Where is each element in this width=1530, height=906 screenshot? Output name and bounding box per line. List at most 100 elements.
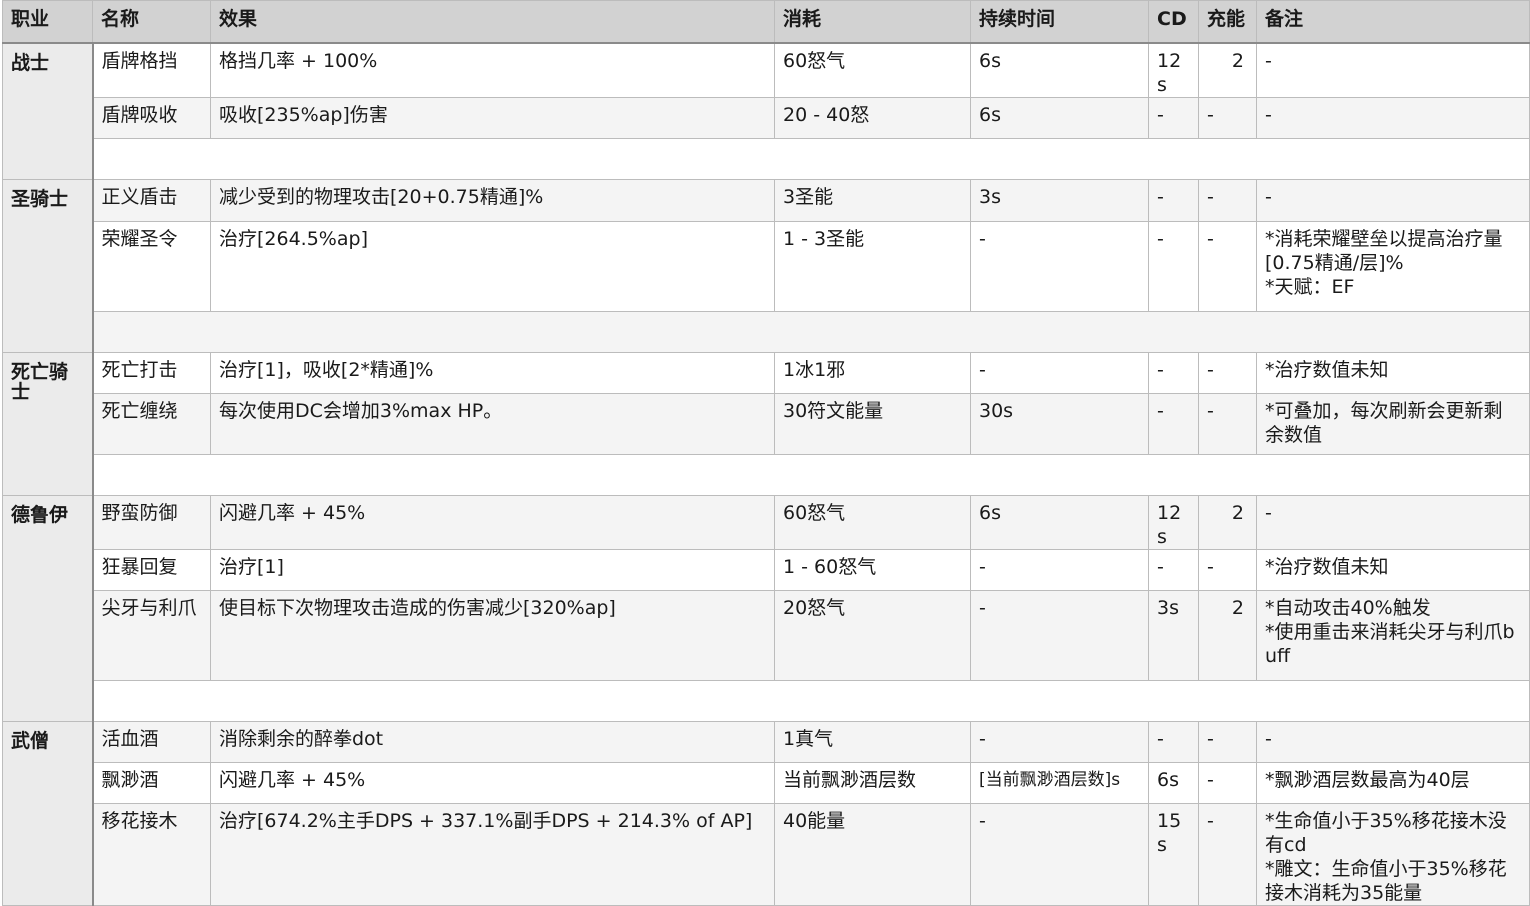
cell-effect[interactable]: 闪避几率 + 45% (210, 761, 775, 804)
header-cd[interactable]: CD (1148, 0, 1199, 44)
class-cell-dk[interactable]: 死亡骑士 (2, 351, 94, 496)
cell-cost[interactable]: 60怒气 (774, 42, 971, 98)
cell-cost[interactable]: 20 - 40怒 (774, 96, 971, 139)
cell-name[interactable]: 荣耀圣令 (92, 220, 211, 312)
cell-notes[interactable]: - (1256, 42, 1530, 98)
cell-notes[interactable]: - (1256, 720, 1530, 763)
spacer-cell[interactable] (92, 137, 1530, 180)
cell-charges[interactable]: - (1198, 761, 1257, 804)
cell-name[interactable]: 野蛮防御 (92, 494, 211, 550)
cell-cost[interactable]: 当前飘渺酒层数 (774, 761, 971, 804)
cell-notes[interactable]: - (1256, 178, 1530, 222)
cell-duration[interactable]: 30s (970, 392, 1149, 455)
cell-effect[interactable]: 治疗[674.2%主手DPS + 337.1%副手DPS + 214.3% of… (210, 802, 775, 906)
cell-notes[interactable]: *生命值小于35%移花接木没有cd *雕文：生命值小于35%移花接木消耗为35能… (1256, 802, 1530, 906)
cell-duration[interactable]: - (970, 720, 1149, 763)
cell-cd[interactable]: 6s (1148, 761, 1199, 804)
cell-cd[interactable]: - (1148, 351, 1199, 394)
cell-charges[interactable]: - (1198, 351, 1257, 394)
cell-name[interactable]: 正义盾击 (92, 178, 211, 222)
cell-cost[interactable]: 60怒气 (774, 494, 971, 550)
cell-cost[interactable]: 1 - 3圣能 (774, 220, 971, 312)
cell-cost[interactable]: 40能量 (774, 802, 971, 906)
cell-effect[interactable]: 格挡几率 + 100% (210, 42, 775, 98)
cell-cd[interactable]: - (1148, 720, 1199, 763)
cell-effect[interactable]: 闪避几率 + 45% (210, 494, 775, 550)
cell-duration[interactable]: - (970, 802, 1149, 906)
header-duration[interactable]: 持续时间 (970, 0, 1149, 44)
cell-name[interactable]: 盾牌吸收 (92, 96, 211, 139)
cell-name[interactable]: 盾牌格挡 (92, 42, 211, 98)
cell-cost[interactable]: 1冰1邪 (774, 351, 971, 394)
cell-notes[interactable]: *消耗荣耀壁垒以提高治疗量 [0.75精通/层]% *天赋：EF (1256, 220, 1530, 312)
cell-duration[interactable]: 6s (970, 494, 1149, 550)
cell-effect[interactable]: 治疗[1] (210, 548, 775, 591)
cell-effect[interactable]: 消除剩余的醉拳dot (210, 720, 775, 763)
cell-charges[interactable]: 2 (1198, 494, 1257, 550)
cell-name[interactable]: 移花接木 (92, 802, 211, 906)
cell-duration[interactable]: - (970, 351, 1149, 394)
cell-notes[interactable]: *自动攻击40%触发 *使用重击来消耗尖牙与利爪buff (1256, 589, 1530, 681)
cell-notes[interactable]: *治疗数值未知 (1256, 351, 1530, 394)
header-class[interactable]: 职业 (2, 0, 93, 44)
cell-cd[interactable]: - (1148, 392, 1199, 455)
cell-effect[interactable]: 治疗[264.5%ap] (210, 220, 775, 312)
spacer-cell[interactable] (92, 453, 1530, 496)
cell-name[interactable]: 活血酒 (92, 720, 211, 763)
cell-name[interactable]: 死亡缠绕 (92, 392, 211, 455)
cell-cd[interactable]: - (1148, 548, 1199, 591)
cell-cd[interactable]: 12s (1148, 494, 1199, 550)
cell-notes[interactable]: - (1256, 494, 1530, 550)
class-cell-monk[interactable]: 武僧 (2, 720, 94, 906)
cell-name[interactable]: 尖牙与利爪 (92, 589, 211, 681)
cell-cd[interactable]: - (1148, 96, 1199, 139)
cell-cd[interactable]: - (1148, 178, 1199, 222)
cell-notes[interactable]: - (1256, 96, 1530, 139)
spacer-cell[interactable] (92, 679, 1530, 722)
cell-name[interactable]: 死亡打击 (92, 351, 211, 394)
cell-notes[interactable]: *可叠加，每次刷新会更新剩余数值 (1256, 392, 1530, 455)
cell-cd[interactable]: 12s (1148, 42, 1199, 98)
cell-effect[interactable]: 吸收[235%ap]伤害 (210, 96, 775, 139)
cell-charges[interactable]: - (1198, 96, 1257, 139)
cell-charges[interactable]: 2 (1198, 589, 1257, 681)
cell-charges[interactable]: - (1198, 178, 1257, 222)
cell-name[interactable]: 狂暴回复 (92, 548, 211, 591)
cell-effect[interactable]: 减少受到的物理攻击[20+0.75精通]% (210, 178, 775, 222)
cell-duration[interactable]: - (970, 548, 1149, 591)
cell-effect[interactable]: 使目标下次物理攻击造成的伤害减少[320%ap] (210, 589, 775, 681)
cell-cost[interactable]: 20怒气 (774, 589, 971, 681)
cell-charges[interactable]: - (1198, 548, 1257, 591)
spacer-cell[interactable] (92, 310, 1530, 353)
cell-cost[interactable]: 3圣能 (774, 178, 971, 222)
header-charges[interactable]: 充能 (1198, 0, 1257, 44)
cell-cost[interactable]: 30符文能量 (774, 392, 971, 455)
cell-effect[interactable]: 每次使用DC会增加3%max HP。 (210, 392, 775, 455)
cell-duration[interactable]: - (970, 220, 1149, 312)
class-cell-warrior[interactable]: 战士 (2, 42, 94, 180)
cell-cd[interactable]: 3s (1148, 589, 1199, 681)
cell-duration[interactable]: 6s (970, 96, 1149, 139)
cell-name[interactable]: 飘渺酒 (92, 761, 211, 804)
cell-charges[interactable]: - (1198, 720, 1257, 763)
cell-charges[interactable]: 2 (1198, 42, 1257, 98)
cell-notes[interactable]: *治疗数值未知 (1256, 548, 1530, 591)
cell-duration[interactable]: 3s (970, 178, 1149, 222)
cell-notes[interactable]: *飘渺酒层数最高为40层 (1256, 761, 1530, 804)
cell-duration[interactable]: 6s (970, 42, 1149, 98)
header-effect[interactable]: 效果 (210, 0, 775, 44)
cell-cost[interactable]: 1真气 (774, 720, 971, 763)
cell-charges[interactable]: - (1198, 392, 1257, 455)
class-cell-paladin[interactable]: 圣骑士 (2, 178, 94, 353)
cell-charges[interactable]: - (1198, 220, 1257, 312)
header-name[interactable]: 名称 (92, 0, 211, 44)
header-notes[interactable]: 备注 (1256, 0, 1530, 44)
cell-duration[interactable]: - (970, 589, 1149, 681)
cell-cd[interactable]: - (1148, 220, 1199, 312)
cell-cost[interactable]: 1 - 60怒气 (774, 548, 971, 591)
class-cell-druid[interactable]: 德鲁伊 (2, 494, 94, 722)
cell-cd[interactable]: 15s (1148, 802, 1199, 906)
header-cost[interactable]: 消耗 (774, 0, 971, 44)
cell-effect[interactable]: 治疗[1]，吸收[2*精通]% (210, 351, 775, 394)
cell-duration[interactable]: [当前飘渺酒层数]s (970, 761, 1149, 804)
